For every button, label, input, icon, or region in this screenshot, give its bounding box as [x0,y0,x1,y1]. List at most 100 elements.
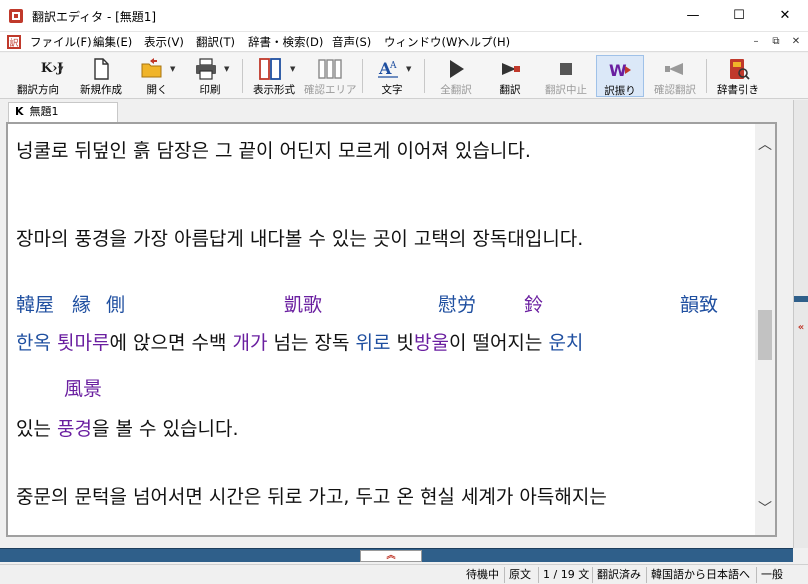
stop-translation-icon [560,63,572,75]
source-text-editor[interactable]: 넝쿨로 뒤덮인 흙 담장은 그 끝이 어딘지 모르게 이어져 있습니다. 장마의… [8,124,755,535]
side-pane-strip [794,296,808,302]
status-field: 一般 [756,567,787,583]
menu-file[interactable]: ファイル(F) [28,34,94,50]
title-bar: 翻訳エディタ - [無題1] — ☐ ✕ [0,0,808,32]
close-button[interactable]: ✕ [762,0,808,30]
document-icon[interactable]: 訳 [6,34,22,50]
status-bar: 待機中 原文 1 / 19 文 翻訳済み 韓国語から日本語へ 一般 [0,564,808,584]
ruby-translation-icon: W [609,61,631,80]
ruby-annotation: 韓屋 [16,294,55,316]
menu-bar: 訳 ファイル(F) 編集(E) 表示(V) 翻訳(T) 辞書・検索(D) 音声(… [0,32,808,52]
new-document-icon [94,58,109,80]
ruby-annotation: 鈴 [524,294,544,316]
highlighted-word: 툇마루 [57,332,110,354]
menu-dictionary-search[interactable]: 辞書・検索(D) [246,34,325,50]
editor-frame: 넝쿨로 뒤덮인 흙 담장은 그 끝이 어딘지 모르게 이어져 있습니다. 장마의… [6,122,777,537]
ruby-annotation: 韻致 [680,294,719,316]
tab-label: 無題1 [29,105,59,118]
language-k-icon: K [15,105,24,118]
kj-direction-icon: K›J [40,61,64,76]
confirm-area-button[interactable]: 確認エリア [304,55,357,97]
highlighted-word: 개가 [232,332,268,354]
toolbar-separator [362,59,363,93]
highlighted-word: 풍경 [57,418,92,440]
menu-translate[interactable]: 翻訳(T) [194,34,237,50]
dropdown-arrow-icon: ▼ [290,65,296,73]
confirm-translation-icon [665,63,683,75]
toolbar-separator [706,59,707,93]
confirm-translation-button[interactable]: 確認翻訳 [648,55,702,97]
ruby-annotation: 縁 [72,294,92,316]
display-format-icon [259,58,281,80]
translate-icon [502,63,520,75]
open-button[interactable]: ▼ 開く [134,55,180,97]
dictionary-lookup-button[interactable]: 辞書引き [712,55,764,97]
svg-text:W: W [609,61,627,80]
stop-translation-button[interactable]: 翻訳中止 [538,55,594,97]
text-line: 넝쿨로 뒤덮인 흙 담장은 그 끝이 어딘지 모르게 이어져 있습니다. [16,140,531,162]
status-translation: 翻訳済み [592,567,645,583]
highlighted-word: 운치 [548,332,584,354]
print-button[interactable]: ▼ 印刷 [186,55,234,97]
dropdown-arrow-icon: ▼ [224,65,230,73]
side-pane-handle[interactable]: « [793,100,808,548]
text-line: 장마의 풍경을 가장 아름답게 내다볼 수 있는 곳이 고택의 장독대입니다. [16,228,584,250]
maximize-button[interactable]: ☐ [716,0,762,30]
mdi-close-button[interactable]: ✕ [788,34,804,50]
text-line-annotated: 있는 풍경을 볼 수 있습니다. [16,418,239,440]
svg-text:A: A [389,61,397,71]
menu-edit[interactable]: 編集(E) [91,34,134,50]
ruby-annotation: 風景 [64,378,103,400]
translate-all-icon [450,60,464,78]
ruby-translation-button[interactable]: W 訳振り [596,55,644,97]
app-icon [9,9,23,23]
highlighted-word: 위로 [355,332,391,354]
display-format-button[interactable]: ▼ 表示形式 [248,55,300,97]
ruby-annotation: 凱歌 [284,294,323,316]
expand-up-icon[interactable]: ︽ [360,550,422,562]
scroll-down-icon[interactable]: ﹀ [755,498,775,518]
menu-window[interactable]: ウィンドウ(W) [382,34,464,50]
menu-view[interactable]: 表示(V) [142,34,186,50]
document-tab-strip: K 無題1 [0,100,808,122]
status-sentence-count: 1 / 19 文 [538,567,593,583]
dropdown-arrow-icon: ▼ [58,65,64,73]
scroll-up-icon[interactable]: ︿ [755,134,775,154]
ruby-annotation: 慰労 [438,294,477,316]
ruby-row: 風景 [16,376,755,402]
new-document-button[interactable]: 新規作成 [72,55,130,97]
confirm-area-icon [318,59,342,79]
vertical-scrollbar[interactable]: ︿ ﹀ [755,124,775,535]
ruby-row: 韓屋 縁 側 凱歌 慰労 鈴 韻致 [16,292,755,318]
status-direction: 韓国語から日本語へ [646,567,754,583]
dictionary-lookup-icon [730,59,750,80]
bottom-pane-splitter[interactable]: ︽ [0,548,793,562]
translation-direction-button[interactable]: K›J ▼ 翻訳方向 [10,55,66,97]
menu-voice[interactable]: 音声(S) [330,34,373,50]
highlighted-word: 한옥 [16,332,51,354]
text-button[interactable]: A A ▼ 文字 [368,55,416,97]
tab-untitled-1[interactable]: K 無題1 [8,102,118,122]
ruby-annotation: 側 [106,294,126,316]
text-size-icon: A A [378,59,398,78]
minimize-button[interactable]: — [670,0,716,30]
mdi-minimize-button[interactable]: – [748,34,764,50]
translate-button[interactable]: 翻訳 [486,55,534,97]
text-line: 중문의 문턱을 넘어서면 시간은 뒤로 가고, 두고 온 현실 세계가 아득해지… [16,486,607,508]
dropdown-arrow-icon: ▼ [406,65,412,73]
menu-help[interactable]: ヘルプ(H) [456,34,512,50]
printer-icon [196,58,216,80]
expand-left-icon[interactable]: « [794,322,808,336]
mdi-restore-button[interactable]: ⧉ [768,34,784,50]
status-mode: 原文 [504,567,535,583]
scroll-thumb[interactable] [758,310,772,360]
window-title: 翻訳エディタ - [無題1] [32,10,157,24]
open-folder-icon [141,58,162,78]
translate-all-button[interactable]: 全翻訳 [430,55,482,97]
dropdown-arrow-icon: ▼ [170,65,176,73]
toolbar-separator [424,59,425,93]
toolbar-separator [242,59,243,93]
toolbar: K›J ▼ 翻訳方向 新規作成 ▼ 開く ▼ 印刷 ▼ 表示形式 確認エリア A… [0,53,808,99]
svg-text:訳: 訳 [9,37,18,49]
highlighted-word: 방울 [413,332,449,354]
